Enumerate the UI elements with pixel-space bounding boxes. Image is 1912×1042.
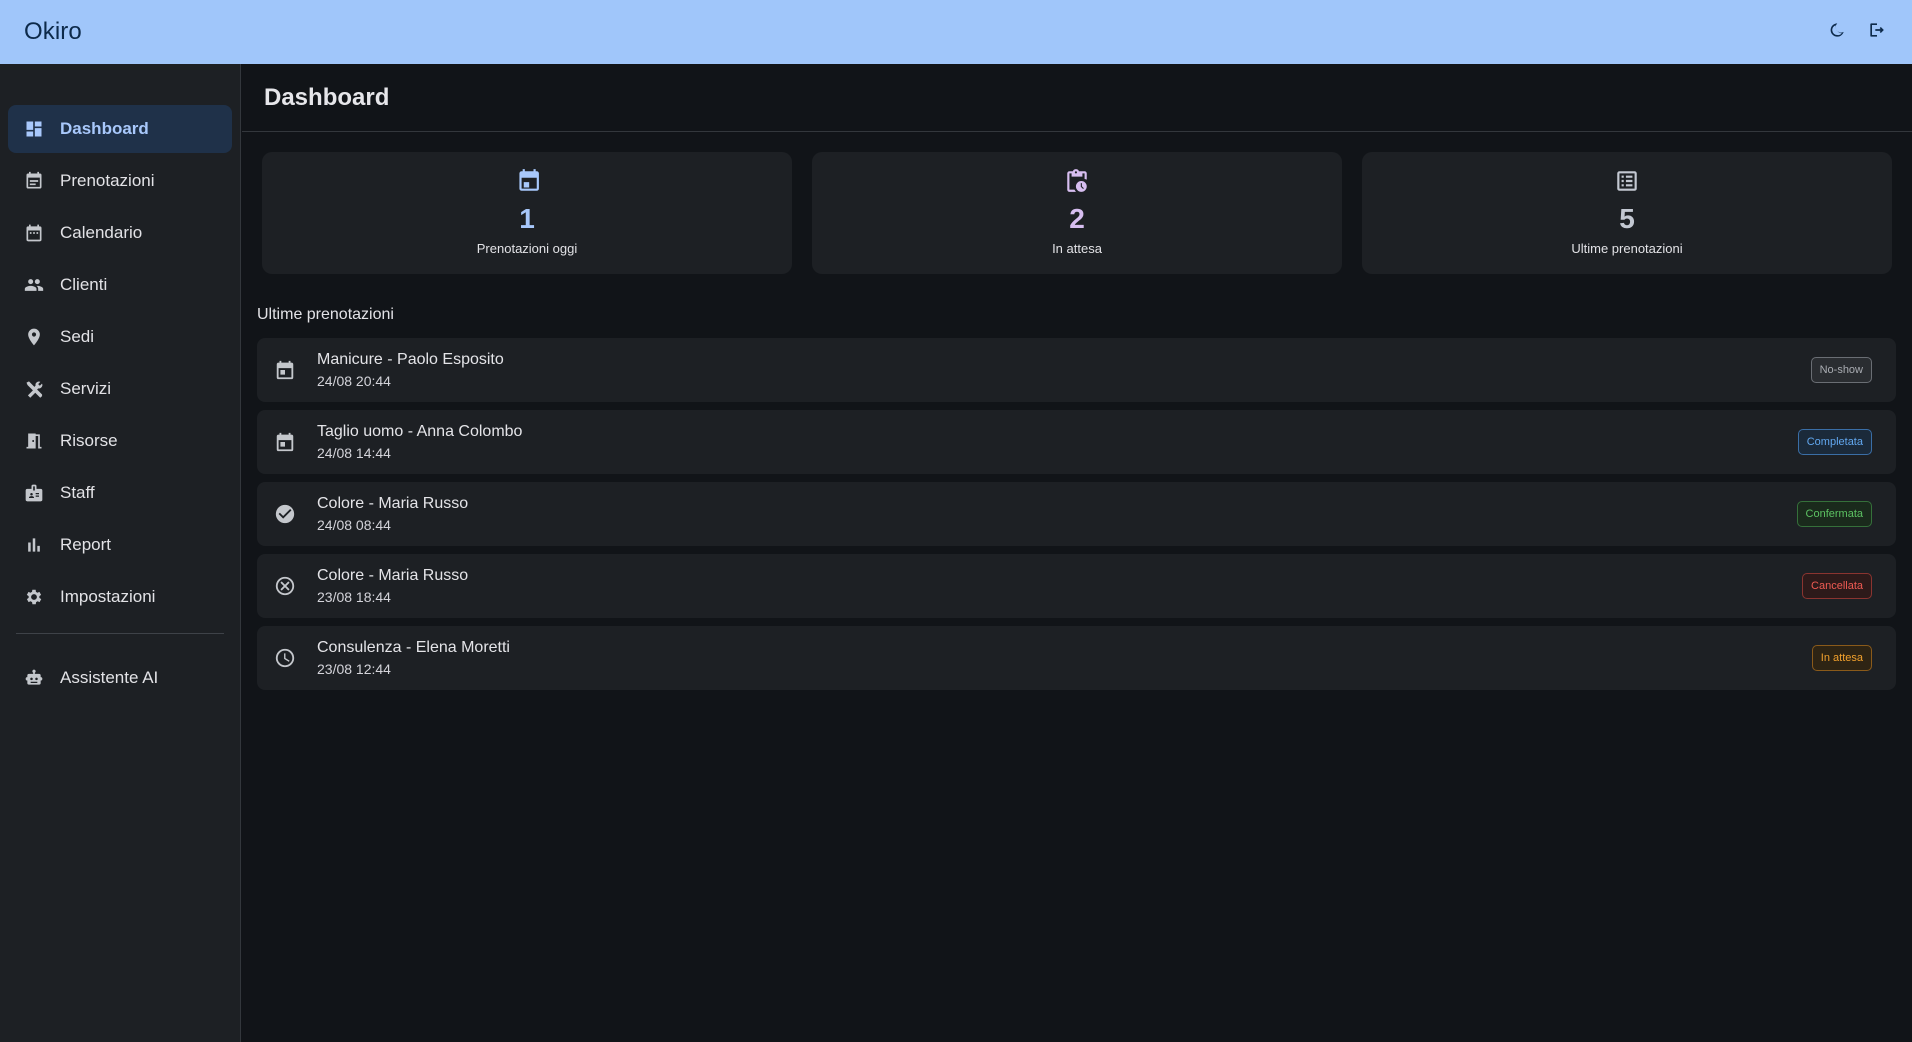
booking-text: Colore - Maria Russo 24/08 08:44 [317,495,468,533]
main-content: Dashboard 1 Prenotazioni oggi 2 In attes… [242,64,1912,1042]
logout-icon [1867,20,1887,45]
moon-icon [1827,20,1847,45]
logout-button[interactable] [1866,21,1888,43]
stat-value: 2 [1069,203,1085,234]
clipboard-clock-icon [1064,168,1090,199]
status-badge: No-show [1810,357,1872,383]
list-item[interactable]: Colore - Maria Russo 23/08 18:44 Cancell… [257,554,1896,618]
robot-icon [24,668,44,688]
recent-bookings-list: Manicure - Paolo Esposito 24/08 20:44 No… [242,338,1912,690]
check-circle-icon [273,502,297,526]
sidebar-item-prenotazioni[interactable]: Prenotazioni [8,157,232,205]
list-item[interactable]: Colore - Maria Russo 24/08 08:44 Conferm… [257,482,1896,546]
list-item[interactable]: Taglio uomo - Anna Colombo 24/08 14:44 C… [257,410,1896,474]
booking-title: Consulenza - Elena Moretti [317,639,510,656]
booking-datetime: 23/08 12:44 [317,661,391,677]
sidebar-item-label: Staff [60,483,95,502]
booking-text: Consulenza - Elena Moretti 23/08 12:44 [317,639,510,677]
sidebar-item-servizi[interactable]: Servizi [8,365,232,413]
booking-datetime: 23/08 18:44 [317,589,391,605]
calendar-icon [24,223,44,243]
sidebar-divider [16,633,224,634]
calendar-icon [273,430,297,454]
sidebar-item-sedi[interactable]: Sedi [8,313,232,361]
calendar-today-icon [514,168,540,199]
stat-label: Prenotazioni oggi [476,241,578,256]
sidebar-item-label: Servizi [60,379,112,398]
stat-value: 1 [519,203,535,234]
stat-value: 5 [1619,203,1635,234]
status-badge: Completata [1797,429,1872,455]
booking-datetime: 24/08 20:44 [317,373,391,389]
sidebar-item-label: Dashboard [60,119,149,138]
sidebar-item-label: Impostazioni [60,587,156,606]
event-note-icon [24,171,44,191]
booking-datetime: 24/08 14:44 [317,445,391,461]
gear-icon [24,587,44,607]
sidebar-item-label: Report [60,535,112,554]
booking-datetime: 24/08 08:44 [317,517,391,533]
calendar-icon [273,358,297,382]
booking-title: Colore - Maria Russo [317,567,469,584]
sidebar-item-report[interactable]: Report [8,521,232,569]
stat-label: In attesa [1052,241,1102,256]
theme-toggle-button[interactable] [1826,21,1848,43]
bar-chart-icon [24,535,44,555]
booking-title: Manicure - Paolo Esposito [317,351,504,368]
sidebar: Dashboard Prenotazioni Calendario Client… [0,64,241,1042]
tools-icon [24,379,44,399]
cancel-circle-icon [273,574,297,598]
people-icon [24,275,44,295]
sidebar-item-label: Prenotazioni [60,171,155,190]
sidebar-item-label: Calendario [60,223,143,242]
clock-icon [273,646,297,670]
stat-card-pending: 2 In attesa [812,152,1342,274]
recent-section-title: Ultime prenotazioni [257,306,394,323]
sidebar-item-risorse[interactable]: Risorse [8,417,232,465]
status-badge: Confermata [1796,501,1872,527]
top-app-bar: Okiro [0,0,1912,64]
sidebar-item-impostazioni[interactable]: Impostazioni [8,573,232,621]
badge-icon [24,483,44,503]
sidebar-item-label: Risorse [60,431,118,450]
app-title: Okiro [24,18,82,45]
location-pin-icon [24,327,44,347]
sidebar-item-label: Clienti [60,275,108,294]
booking-title: Colore - Maria Russo [317,495,469,512]
status-badge: In attesa [1811,645,1872,671]
page-header: Dashboard [242,64,1912,132]
list-icon [1614,168,1640,199]
sidebar-item-label: Assistente AI [60,668,159,687]
booking-text: Taglio uomo - Anna Colombo 24/08 14:44 [317,423,522,461]
list-item[interactable]: Consulenza - Elena Moretti 23/08 12:44 I… [257,626,1896,690]
sidebar-item-staff[interactable]: Staff [8,469,232,517]
stat-label: Ultime prenotazioni [1571,241,1683,256]
sidebar-item-assistente-ai[interactable]: Assistente AI [8,654,232,702]
page-title: Dashboard [264,83,390,111]
stats-row: 1 Prenotazioni oggi 2 In attesa 5 Ultime… [242,132,1912,274]
status-badge: Cancellata [1802,573,1872,599]
booking-text: Colore - Maria Russo 23/08 18:44 [317,567,468,605]
stat-card-recent: 5 Ultime prenotazioni [1362,152,1892,274]
list-item[interactable]: Manicure - Paolo Esposito 24/08 20:44 No… [257,338,1896,402]
stat-card-today: 1 Prenotazioni oggi [262,152,792,274]
sidebar-item-label: Sedi [60,327,95,346]
sidebar-item-calendario[interactable]: Calendario [8,209,232,257]
booking-text: Manicure - Paolo Esposito 24/08 20:44 [317,351,504,389]
topbar-actions [1826,21,1888,43]
sidebar-item-clienti[interactable]: Clienti [8,261,232,309]
booking-title: Taglio uomo - Anna Colombo [317,423,523,440]
dashboard-icon [24,119,44,139]
door-icon [24,431,44,451]
sidebar-item-dashboard[interactable]: Dashboard [8,105,232,153]
